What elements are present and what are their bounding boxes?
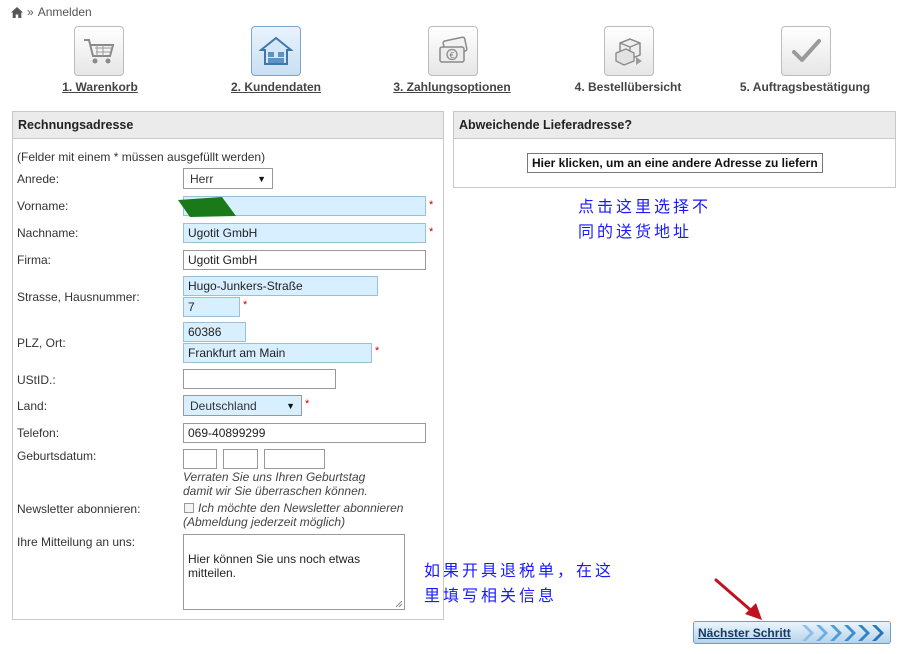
- house-icon: [259, 36, 293, 65]
- message-textarea[interactable]: Hier können Sie uns noch etwas mitteilen…: [183, 534, 405, 610]
- country-label: Land:: [17, 399, 48, 413]
- shipping-annotation-line-2: 同的送货地址: [578, 222, 693, 241]
- home-icon[interactable]: [11, 6, 23, 18]
- newsletter-hint: (Abmeldung jederzeit möglich): [183, 515, 346, 529]
- newsletter-checkbox[interactable]: [184, 503, 194, 513]
- required-star: *: [375, 345, 380, 357]
- step-label-cart[interactable]: 1. Warenkorb: [62, 80, 138, 94]
- house-number-input[interactable]: 7: [183, 297, 240, 317]
- shopping-cart-icon: [84, 39, 115, 64]
- required-star: *: [243, 299, 248, 311]
- phone-label: Telefon:: [17, 426, 60, 440]
- step-label-confirmation: 5. Auftragsbestätigung: [739, 80, 871, 94]
- street-label: Strasse, Hausnummer:: [17, 290, 140, 304]
- zip-input[interactable]: 60386: [183, 322, 246, 342]
- company-input[interactable]: Ugotit GmbH: [183, 250, 426, 270]
- next-step-button[interactable]: Nächster Schritt: [693, 621, 891, 644]
- required-star: *: [429, 226, 434, 238]
- required-fields-note: (Felder mit einem * müssen ausgefüllt we…: [17, 150, 266, 164]
- breadcrumb-separator: »: [27, 5, 34, 19]
- step-label-payment[interactable]: 3. Zahlungsoptionen: [393, 80, 510, 94]
- birthday-label: Geburtsdatum:: [17, 449, 97, 463]
- breadcrumb: » Anmelden: [11, 5, 92, 19]
- svg-text:€: €: [449, 51, 454, 60]
- salutation-select[interactable]: Herr ▼: [183, 168, 273, 189]
- redaction-mark: [178, 197, 236, 217]
- step-overview-button: [604, 26, 654, 76]
- resize-handle-icon[interactable]: [394, 599, 403, 608]
- birthday-year-input[interactable]: [264, 449, 325, 469]
- step-cart-button[interactable]: [74, 26, 124, 76]
- salutation-value: Herr: [190, 171, 214, 186]
- zip-city-label: PLZ, Ort:: [17, 336, 66, 350]
- city-input[interactable]: Frankfurt am Main: [183, 343, 372, 363]
- newsletter-label: Newsletter abonnieren:: [17, 502, 141, 516]
- message-annotation-line-1: 如果开具退税单，在这: [424, 561, 615, 580]
- next-step-label: Nächster Schritt: [698, 625, 791, 640]
- chevron-arrows-icon: [802, 625, 884, 641]
- birthday-hint-line-1: Verraten Sie uns Ihren Geburtstag: [183, 470, 366, 484]
- vat-id-input[interactable]: [183, 369, 336, 389]
- package-icon: [615, 38, 642, 66]
- street-input[interactable]: Hugo-Junkers-Straße: [183, 276, 378, 296]
- other-address-button[interactable]: Hier klicken, um an eine andere Adresse …: [527, 153, 823, 173]
- payment-euro-icon: €: [439, 36, 468, 63]
- firstname-label: Vorname:: [17, 199, 69, 213]
- required-star: *: [305, 398, 310, 410]
- chevron-down-icon: ▼: [286, 400, 295, 411]
- birthday-day-input[interactable]: [183, 449, 217, 469]
- message-annotation-line-2: 里填写相关信息: [424, 586, 558, 605]
- phone-input[interactable]: 069-40899299: [183, 423, 426, 443]
- birthday-month-input[interactable]: [223, 449, 258, 469]
- shipping-address-title: Abweichende Lieferadresse?: [454, 112, 895, 139]
- message-text: Hier können Sie uns noch etwas mitteilen…: [188, 552, 361, 580]
- step-label-overview: 4. Bestellübersicht: [574, 80, 682, 94]
- step-label-customer-data[interactable]: 2. Kundendaten: [231, 80, 321, 94]
- salutation-label: Anrede:: [17, 172, 60, 186]
- step-confirmation-button: [781, 26, 831, 76]
- message-label: Ihre Mitteilung an uns:: [17, 535, 136, 549]
- birthday-hint-line-2: damit wir Sie überraschen können.: [183, 484, 368, 498]
- country-select[interactable]: Deutschland ▼: [183, 395, 302, 416]
- lastname-input[interactable]: Ugotit GmbH: [183, 223, 426, 243]
- required-star: *: [429, 199, 434, 211]
- chevron-down-icon: ▼: [257, 173, 266, 184]
- shipping-annotation-line-1: 点击这里选择不: [578, 197, 712, 216]
- vat-id-label: UStID.:: [17, 373, 56, 387]
- step-payment-button[interactable]: €: [428, 26, 478, 76]
- shipping-address-panel: Abweichende Lieferadresse?: [453, 111, 896, 188]
- company-label: Firma:: [17, 253, 51, 267]
- country-value: Deutschland: [190, 398, 257, 413]
- annotation-arrow-icon: [714, 578, 762, 620]
- step-customer-data-button[interactable]: [251, 26, 301, 76]
- lastname-label: Nachname:: [17, 226, 79, 240]
- checkmark-icon: [792, 39, 821, 62]
- billing-address-title: Rechnungsadresse: [13, 112, 443, 139]
- newsletter-checkbox-label: Ich möchte den Newsletter abonnieren: [198, 501, 404, 515]
- breadcrumb-current: Anmelden: [37, 5, 92, 19]
